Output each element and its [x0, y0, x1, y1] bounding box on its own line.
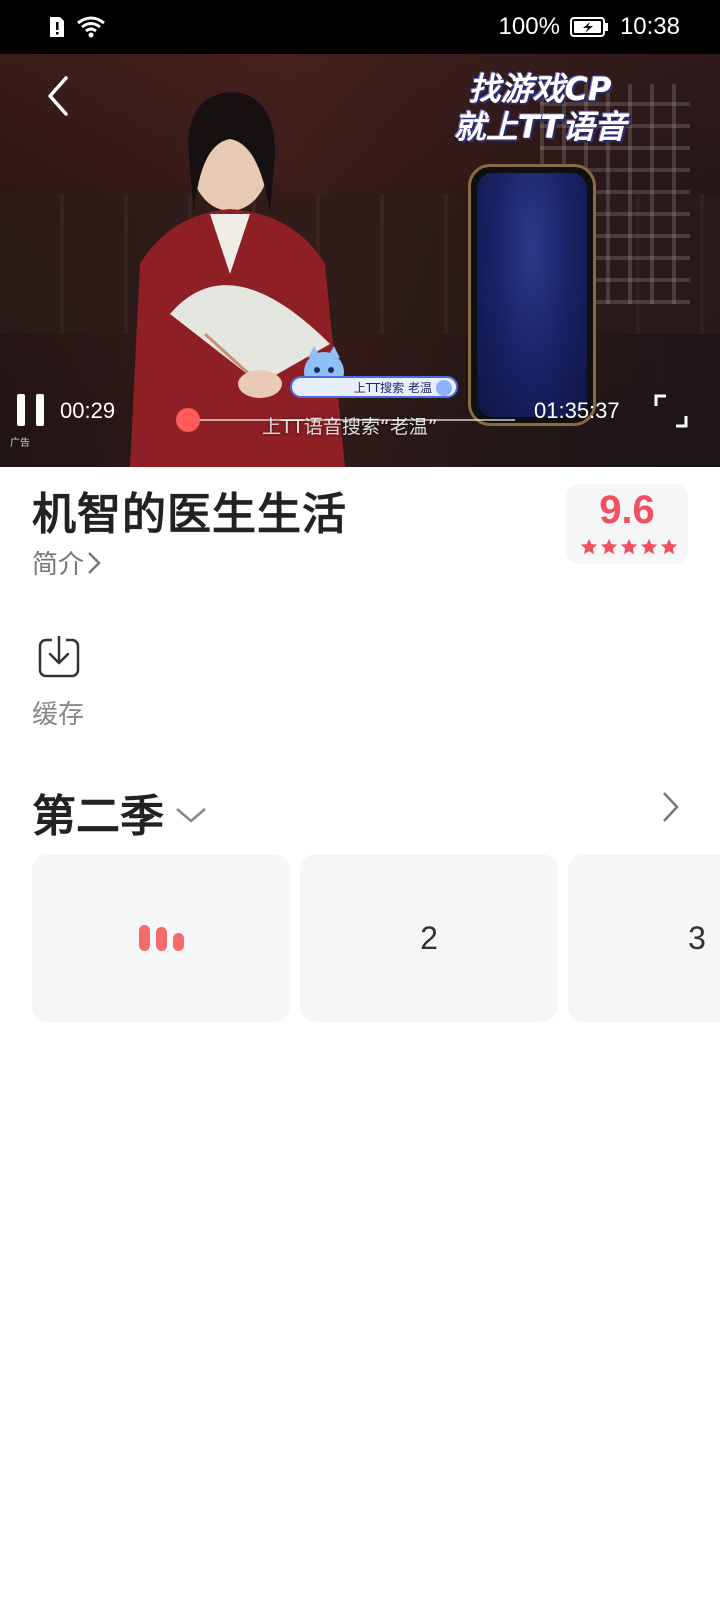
status-left — [48, 15, 106, 39]
intro-link[interactable]: 简介 — [32, 544, 102, 581]
battery-charging-icon — [569, 17, 608, 37]
ad-tag: 广告 — [10, 438, 30, 449]
back-arrow-icon[interactable] — [40, 72, 80, 120]
season-title: 第二季 — [32, 791, 164, 842]
status-bar: 100% 10:38 — [0, 0, 720, 54]
episode-list: 23 — [32, 854, 720, 1022]
ad-headline-line1: 找游戏CP — [468, 70, 612, 108]
episode-card[interactable]: 3 — [568, 854, 720, 1022]
rating-score: 9.6 — [599, 488, 655, 532]
now-playing-icon — [138, 925, 184, 951]
chevron-down-icon — [176, 808, 206, 823]
wifi-icon — [77, 16, 105, 38]
star-icon — [600, 538, 618, 555]
season-more-chevron-icon[interactable] — [660, 790, 680, 824]
video-controls: 00:29 01:35:37 — [0, 390, 720, 438]
episode-number: 2 — [420, 919, 438, 956]
episode-card[interactable] — [32, 854, 290, 1022]
star-icon — [640, 538, 658, 555]
pause-icon[interactable] — [14, 392, 48, 428]
total-time: 01:35:37 — [534, 398, 620, 423]
seek-bar[interactable] — [185, 419, 515, 421]
app-root: 100% 10:38 找游戏CP 就上TT语音 上TT搜索 老温 上TT语音搜索… — [0, 0, 720, 1600]
video-phone-screen — [477, 173, 587, 417]
episode-card[interactable]: 2 — [300, 854, 558, 1022]
download-icon[interactable] — [34, 634, 94, 684]
cache-label[interactable]: 缓存 — [32, 694, 84, 731]
star-icon — [580, 538, 598, 555]
fullscreen-icon[interactable] — [652, 392, 690, 430]
ad-headline: 找游戏CP 就上TT语音 — [420, 70, 660, 146]
intro-label: 简介 — [32, 550, 85, 580]
video-phone-prop — [468, 164, 596, 426]
clock: 10:38 — [619, 13, 680, 40]
battery-percent: 100% — [498, 13, 560, 40]
page-title: 机智的医生生活 — [32, 489, 347, 540]
season-selector[interactable]: 第二季 — [32, 780, 208, 844]
rating-stars — [580, 538, 680, 558]
status-right: 100% 10:38 — [499, 13, 680, 41]
star-icon — [660, 538, 678, 555]
current-time: 00:29 — [60, 398, 116, 423]
ad-headline-line2: 就上TT语音 — [453, 108, 627, 146]
episode-number: 3 — [688, 919, 706, 956]
star-icon — [620, 538, 638, 555]
sim-alert-icon — [50, 17, 64, 37]
rating-badge: 9.6 — [566, 484, 688, 564]
video-player[interactable]: 找游戏CP 就上TT语音 上TT搜索 老温 上TT语音搜索“老温” 00:29 … — [0, 54, 720, 467]
chevron-right-icon — [88, 551, 101, 574]
seek-thumb[interactable] — [176, 408, 200, 432]
